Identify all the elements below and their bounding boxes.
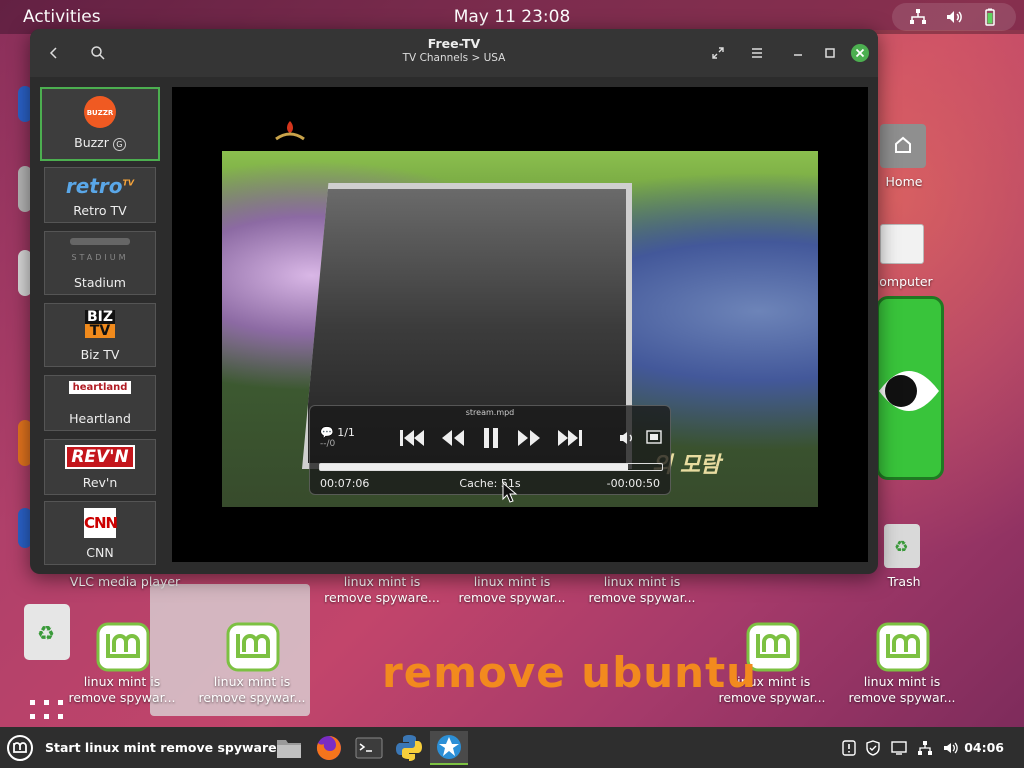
badge-g-icon: G (112, 138, 126, 151)
shield-icon[interactable] (864, 739, 882, 757)
linux-mint-icon[interactable] (96, 622, 150, 672)
channel-retro-tv[interactable]: retroTV Retro TV (44, 167, 156, 223)
network-icon (908, 7, 928, 27)
display-icon[interactable] (890, 739, 908, 757)
minimize-button[interactable] (786, 41, 810, 65)
channel-cnn[interactable]: CNN CNN (44, 501, 156, 565)
battery-icon (980, 7, 1000, 27)
channel-name: Buzzr (74, 135, 109, 150)
remove-ubuntu-text: remove ubuntu (382, 648, 758, 697)
channel-heartland[interactable]: heartland Heartland (44, 375, 156, 431)
recycle-desktop-icon[interactable]: ♻ (24, 604, 70, 660)
heartland-logo-icon: heartland (68, 381, 132, 394)
pause-icon[interactable] (480, 426, 502, 453)
channel-name: Rev'n (82, 475, 118, 490)
trash-icon[interactable]: ♻ (884, 524, 920, 568)
svg-text:♻: ♻ (37, 621, 55, 645)
rewind-icon[interactable] (440, 427, 466, 452)
cnn-logo-icon: CNN (84, 508, 118, 538)
biz-tv-logo-icon: BIZ TV (84, 309, 116, 339)
svg-text:BUZZR: BUZZR (87, 109, 114, 117)
volume-icon[interactable] (942, 739, 960, 757)
app-grid-icon[interactable] (28, 698, 68, 722)
channel-name: Biz TV (80, 347, 120, 362)
channel-name: Heartland (69, 411, 131, 426)
channel-emblem-icon (270, 117, 310, 147)
linux-mint-icon[interactable] (876, 622, 930, 672)
fast-forward-icon[interactable] (516, 427, 542, 452)
retro-tv-logo-icon: retroTV (65, 174, 135, 198)
firefox-icon[interactable] (312, 731, 346, 765)
python-icon[interactable] (392, 731, 426, 765)
stream-name: stream.mpd (465, 408, 515, 417)
hamburger-menu-icon (752, 48, 762, 58)
mint-file-label-4[interactable]: linux mint is remove spywar... (62, 674, 182, 706)
channel-biz-tv[interactable]: BIZ TV Biz TV (44, 303, 156, 367)
terminal-icon[interactable] (352, 731, 386, 765)
linux-mint-icon[interactable] (226, 622, 280, 672)
skip-forward-icon[interactable] (556, 427, 584, 452)
seek-bar[interactable] (319, 463, 663, 471)
seek-bar-fill (320, 464, 628, 470)
mint-file-label-3[interactable]: linux mint is remove spywar... (582, 574, 702, 606)
mint-file-label-2[interactable]: linux mint is remove spywar... (452, 574, 572, 606)
close-icon (851, 44, 869, 62)
start-menu-label[interactable]: Start linux mint remove spyware (45, 740, 277, 755)
channel-name: Stadium (73, 275, 126, 290)
trash-label[interactable]: Trash (874, 574, 934, 590)
fullscreen-toggle-icon[interactable] (646, 430, 662, 447)
vlc-controller[interactable]: stream.mpd 💬 1/1 --/0 00:07:06 Cache: 51… (309, 405, 671, 495)
file-manager-icon[interactable] (272, 731, 306, 765)
free-tv-app-icon[interactable] (430, 731, 468, 765)
system-tray[interactable] (892, 3, 1016, 31)
maximize-icon (825, 48, 835, 58)
taskbar-clock[interactable]: 04:06 (964, 740, 1004, 755)
playlist-count: 💬 1/1 (320, 426, 355, 439)
mint-file-label-1[interactable]: linux mint is remove spyware... (322, 574, 442, 606)
revn-logo-icon: REV'N (65, 445, 135, 469)
network-icon[interactable] (916, 739, 934, 757)
playback-controls (398, 426, 584, 452)
maximize-button[interactable] (818, 41, 842, 65)
buzzr-logo-icon: BUZZR (84, 96, 116, 128)
home-folder-icon[interactable] (880, 124, 926, 168)
channel-name: CNN (86, 545, 114, 560)
minimize-icon (794, 54, 802, 56)
home-label[interactable]: Home (874, 174, 934, 190)
menu-button[interactable] (745, 41, 769, 65)
eye-app-icon[interactable] (876, 296, 944, 480)
update-shield-icon[interactable] (840, 739, 858, 757)
channel-stadium[interactable]: STADIUM Stadium (44, 231, 156, 295)
stadium-logo-icon: STADIUM (70, 238, 130, 262)
computer-icon[interactable] (880, 224, 924, 264)
mint-file-label-5[interactable]: linux mint is remove spywar... (192, 674, 312, 706)
clock[interactable]: May 11 23:08 (0, 7, 1024, 27)
channel-name: Retro TV (73, 203, 127, 218)
mouse-cursor-icon (502, 481, 518, 508)
channel-buzzr[interactable]: BUZZR Buzzr G (40, 87, 160, 161)
fullscreen-icon (712, 47, 724, 59)
computer-label[interactable]: omputer (876, 274, 936, 290)
channel-revn[interactable]: REV'N Rev'n (44, 439, 156, 495)
window-headerbar: Free-TV TV Channels > USA (30, 29, 878, 77)
volume-icon (944, 7, 964, 27)
chapter-info: --/0 (320, 439, 336, 449)
time-remaining: -00:00:50 (606, 477, 660, 490)
taskbar: Start linux mint remove spyware 04:06 (0, 727, 1024, 768)
mint-file-label-7[interactable]: linux mint is remove spywar... (842, 674, 962, 706)
mint-menu-icon[interactable] (6, 734, 34, 762)
svg-text:♻: ♻ (894, 537, 908, 556)
close-button[interactable] (848, 41, 872, 65)
volume-icon[interactable] (618, 430, 636, 449)
skip-back-icon[interactable] (398, 427, 426, 452)
fullscreen-button[interactable] (706, 41, 730, 65)
